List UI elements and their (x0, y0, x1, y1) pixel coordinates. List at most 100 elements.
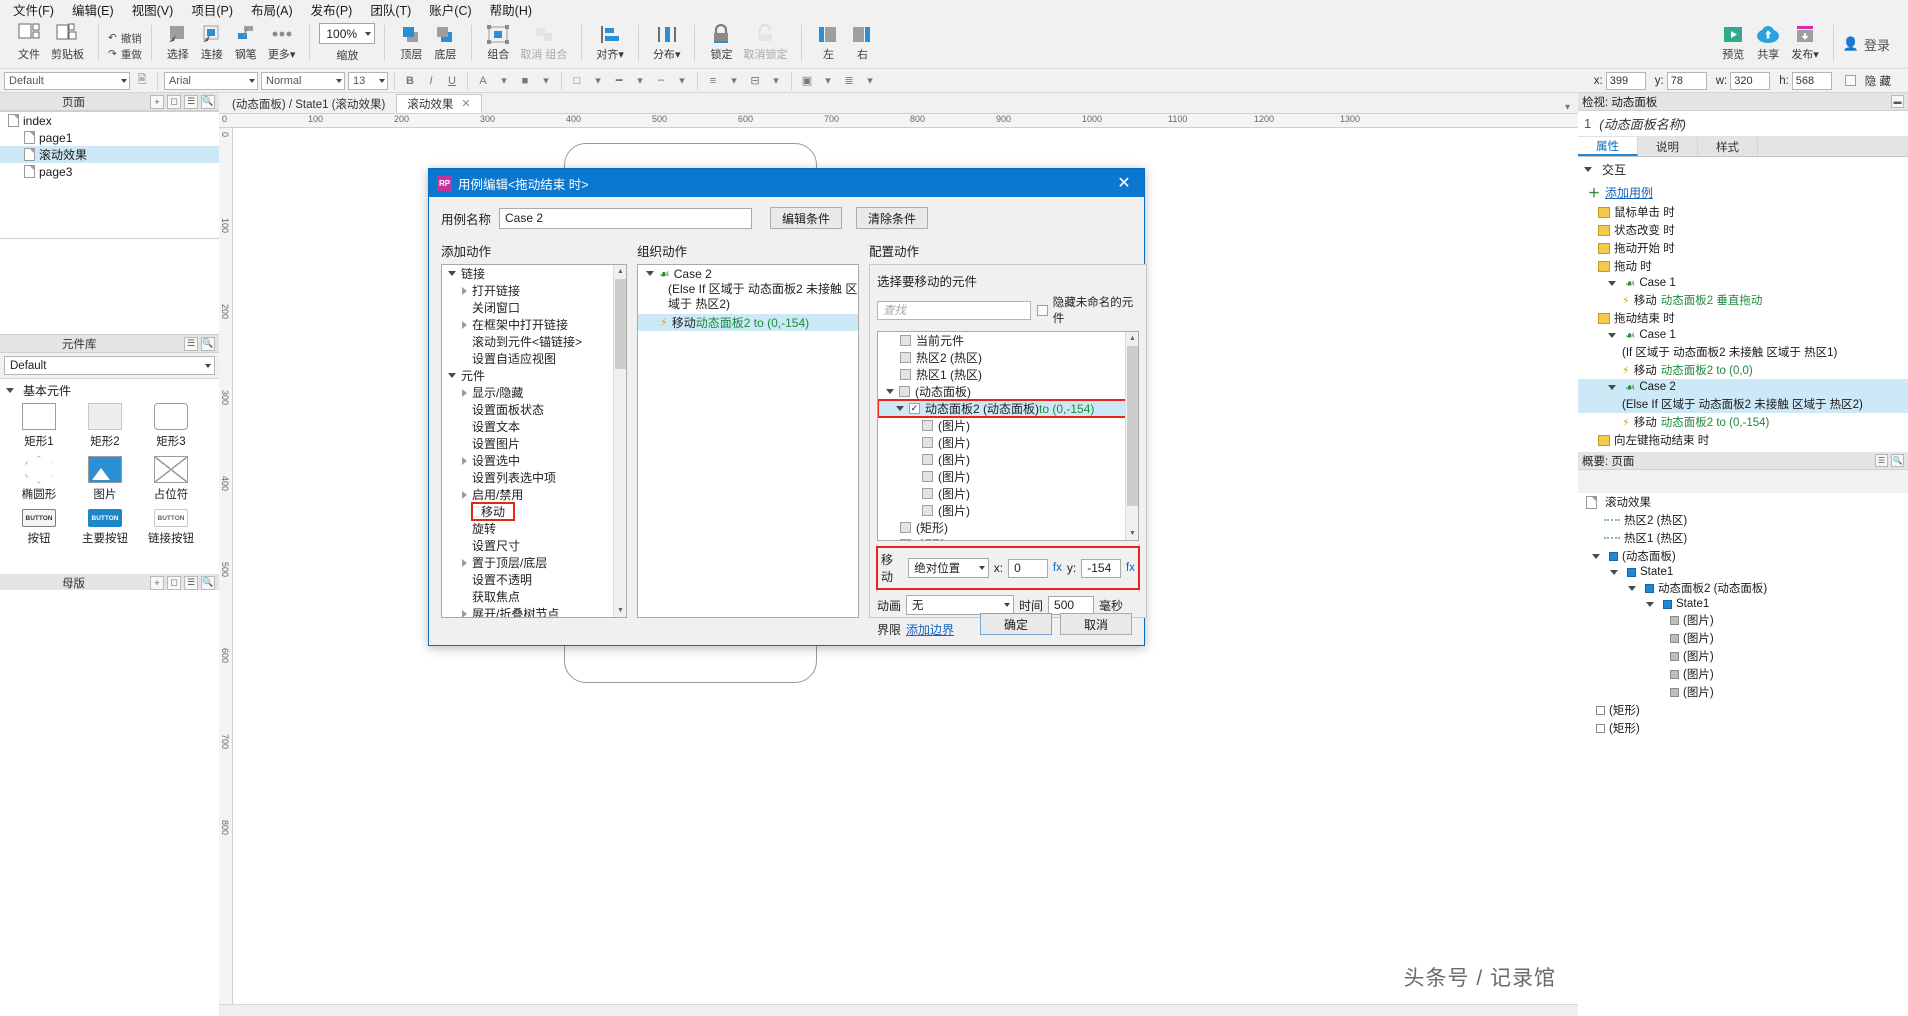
ok-button[interactable]: 确定 (980, 613, 1052, 635)
checkbox[interactable] (922, 420, 933, 431)
widget-image[interactable]: (图片) (878, 502, 1138, 519)
widget-rect[interactable]: (矩形) (878, 536, 1138, 540)
checkbox[interactable] (922, 488, 933, 499)
action-show-hide[interactable]: 显示/隐藏 (442, 384, 626, 401)
move-y-label: y: (1066, 561, 1077, 575)
action-expand-collapse-tree[interactable]: 展开/折叠树节点 (442, 605, 626, 618)
checkbox[interactable] (922, 437, 933, 448)
organize-tree[interactable]: ☙ Case 2 (Else If 区域于 动态面板2 未接触 区域于 热区2)… (637, 264, 859, 618)
scroll-down-icon[interactable]: ▼ (1126, 527, 1138, 540)
close-icon[interactable]: ✕ (1104, 169, 1144, 197)
action-label: 展开/折叠树节点 (472, 607, 560, 618)
action-label: 在框架中打开链接 (472, 318, 569, 332)
scroll-up-icon[interactable]: ▲ (1126, 332, 1138, 345)
widget-image[interactable]: (图片) (878, 485, 1138, 502)
scrollbar-thumb[interactable] (615, 279, 626, 369)
checkbox[interactable] (900, 352, 911, 363)
action-label: 设置面板状态 (472, 403, 545, 417)
checkbox[interactable] (899, 386, 910, 397)
action-set-list-selected[interactable]: 设置列表选中项 (442, 469, 626, 486)
checkbox[interactable] (909, 403, 920, 414)
chevron-right-icon (462, 388, 467, 397)
widget-image[interactable]: (图片) (878, 468, 1138, 485)
case-name-label: 用例名称 (441, 212, 492, 227)
search-placeholder: 查找 (883, 305, 906, 317)
dialog-title-bar: RP 用例编辑<拖动结束 时> ✕ (429, 169, 1144, 197)
animation-select[interactable]: 无 (906, 595, 1015, 615)
checkbox[interactable] (900, 369, 911, 380)
action-open-in-frame[interactable]: 在框架中打开链接 (442, 316, 626, 333)
action-bring-send[interactable]: 置于顶层/底层 (442, 554, 626, 571)
action-tree[interactable]: 链接 打开链接 关闭窗口 在框架中打开链接 滚动到元件<锚链接> 设置自适应视图… (441, 264, 627, 618)
move-y-input[interactable]: -154 (1081, 558, 1122, 578)
chevron-right-icon (462, 490, 467, 499)
action-set-adaptive-view[interactable]: 设置自适应视图 (442, 350, 626, 367)
widget-label: 当前元件 (916, 334, 965, 348)
organize-action-label: 组织动作 (637, 245, 688, 259)
action-set-selected[interactable]: 设置选中 (442, 452, 626, 469)
animation-row: 动画 无 时间 500 毫秒 (877, 595, 1139, 615)
action-close-window[interactable]: 关闭窗口 (442, 299, 626, 316)
dialog-columns: 添加动作 链接 打开链接 关闭窗口 在框架中打开链接 滚动到元件<锚链接> 设置… (441, 241, 1147, 637)
search-input[interactable]: 查找 (877, 300, 1031, 320)
action-label: 置于顶层/底层 (472, 556, 548, 570)
widget-label: (矩形) (916, 521, 948, 535)
move-x-input[interactable]: 0 (1008, 558, 1048, 578)
action-set-image[interactable]: 设置图片 (442, 435, 626, 452)
configure-panel: 选择要移动的元件 查找 隐藏未命名的元件 当前元件 热区2 (热区) 热区1 (… (869, 264, 1147, 637)
action-set-opacity[interactable]: 设置不透明 (442, 571, 626, 588)
widget-tree-scrollbar[interactable]: ▲ ▼ (1125, 332, 1138, 540)
time-input[interactable]: 500 (1048, 595, 1095, 615)
chevron-right-icon (462, 456, 467, 465)
widget-panel2-selected[interactable]: 动态面板2 (动态面板) to (0,-154) (878, 399, 1138, 418)
checkbox[interactable] (922, 471, 933, 482)
move-x-fx-link[interactable]: fx (1053, 562, 1062, 574)
case-name-input[interactable]: Case 2 (499, 207, 753, 229)
clear-condition-button[interactable]: 清除条件 (856, 207, 929, 229)
bolt-icon: ⚡ (660, 317, 668, 329)
widget-tree[interactable]: 当前元件 热区2 (热区) 热区1 (热区) (动态面板) 动态面板2 (动态面… (877, 331, 1139, 541)
action-group-link[interactable]: 链接 (442, 265, 626, 282)
widget-hotspot1[interactable]: 热区1 (热区) (878, 366, 1138, 383)
scroll-up-icon[interactable]: ▲ (614, 265, 626, 278)
edit-condition-button[interactable]: 编辑条件 (770, 207, 843, 229)
checkbox[interactable] (900, 522, 911, 533)
widget-image[interactable]: (图片) (878, 417, 1138, 434)
action-move[interactable]: 移动 (442, 502, 626, 521)
move-y-fx-link[interactable]: fx (1126, 562, 1135, 574)
hide-unnamed-checkbox[interactable] (1036, 304, 1048, 316)
widget-image[interactable]: (图片) (878, 434, 1138, 451)
animation-label: 动画 (877, 598, 902, 613)
widget-rect[interactable]: (矩形) (878, 519, 1138, 536)
widget-image[interactable]: (图片) (878, 451, 1138, 468)
widget-panel[interactable]: (动态面板) (878, 383, 1138, 400)
action-set-size[interactable]: 设置尺寸 (442, 537, 626, 554)
action-set-text[interactable]: 设置文本 (442, 418, 626, 435)
widget-hotspot2[interactable]: 热区2 (热区) (878, 349, 1138, 366)
action-group-widget[interactable]: 元件 (442, 367, 626, 384)
cancel-button[interactable]: 取消 (1060, 613, 1132, 635)
hide-unnamed-toggle[interactable]: 隐藏未命名的元件 (1036, 294, 1139, 326)
move-mode-select[interactable]: 绝对位置 (908, 558, 989, 578)
action-label: 设置不透明 (472, 573, 533, 587)
checkbox[interactable] (900, 539, 911, 540)
checkbox[interactable] (922, 505, 933, 516)
checkbox[interactable] (900, 335, 911, 346)
action-tree-scrollbar[interactable]: ▲ ▼ (613, 265, 626, 617)
action-focus[interactable]: 获取焦点 (442, 588, 626, 605)
widget-current[interactable]: 当前元件 (878, 332, 1138, 349)
dialog-body: 用例名称 Case 2 编辑条件 清除条件 添加动作 链接 打开链接 关闭窗口 … (429, 197, 1147, 637)
organize-action-move[interactable]: ⚡ 移动 动态面板2 to (0,-154) (638, 314, 858, 331)
action-open-link[interactable]: 打开链接 (442, 282, 626, 299)
action-enable-disable[interactable]: 启用/禁用 (442, 486, 626, 503)
organize-case2[interactable]: ☙ Case 2 (638, 265, 858, 282)
action-set-panel-state[interactable]: 设置面板状态 (442, 401, 626, 418)
scrollbar-thumb[interactable] (1127, 346, 1138, 506)
add-bounds-link[interactable]: 添加边界 (906, 621, 954, 638)
checkbox[interactable] (922, 454, 933, 465)
action-label: 设置自适应视图 (472, 352, 557, 366)
action-scroll-to-widget[interactable]: 滚动到元件<锚链接> (442, 333, 626, 350)
select-widget-label: 选择要移动的元件 (877, 275, 978, 289)
action-rotate[interactable]: 旋转 (442, 520, 626, 537)
scroll-down-icon[interactable]: ▼ (614, 604, 626, 617)
